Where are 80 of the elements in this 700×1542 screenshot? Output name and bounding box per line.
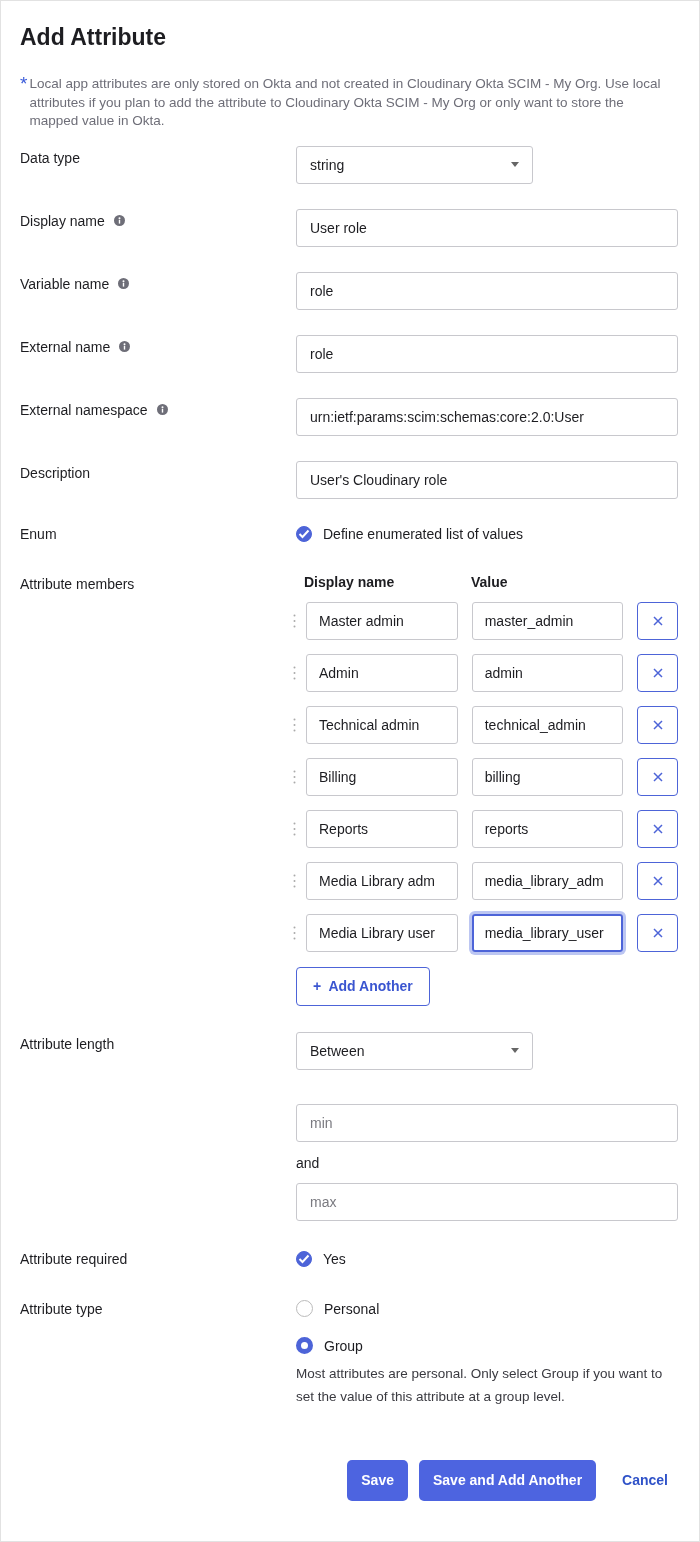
text-input[interactable]: urn:ietf:params:scim:schemas:core:2.0:User bbox=[296, 397, 678, 436]
checkbox-label: Yes bbox=[323, 1250, 346, 1267]
close-icon bbox=[652, 771, 663, 782]
caret-icon bbox=[511, 162, 519, 167]
remove-button[interactable] bbox=[637, 601, 678, 640]
value-input[interactable]: admin bbox=[471, 653, 624, 692]
checkbox-label: Define enumerated list of values bbox=[323, 525, 523, 542]
info-icon[interactable] bbox=[119, 341, 131, 352]
display-name-input[interactable]: Technical admin bbox=[306, 705, 458, 744]
field-label: Data type bbox=[20, 148, 81, 167]
info-icon[interactable] bbox=[156, 404, 168, 415]
primary-button[interactable]: Save and Add Another bbox=[419, 1459, 597, 1501]
add-another-button[interactable]: + Add Another bbox=[296, 966, 430, 1006]
max-input[interactable]: max bbox=[296, 1182, 678, 1221]
radio-button[interactable] bbox=[296, 1300, 313, 1317]
display-name-input[interactable]: Media Library user bbox=[306, 913, 458, 952]
value-input[interactable]: reports bbox=[471, 809, 624, 848]
drag-handle-icon[interactable] bbox=[293, 821, 296, 836]
value-input[interactable]: billing bbox=[471, 757, 624, 796]
drag-handle-icon[interactable] bbox=[293, 925, 296, 940]
drag-handle-icon[interactable] bbox=[293, 665, 296, 680]
drag-handle-icon[interactable] bbox=[293, 873, 296, 888]
caret-icon bbox=[511, 1048, 519, 1053]
min-input[interactable]: min bbox=[296, 1103, 678, 1142]
length-dropdown[interactable]: Between bbox=[296, 1031, 533, 1070]
field-label: Variable name bbox=[20, 274, 110, 293]
close-icon bbox=[652, 875, 663, 886]
radio-button[interactable] bbox=[296, 1337, 313, 1354]
value-input[interactable]: media_library_adm bbox=[471, 861, 624, 900]
info-icon[interactable] bbox=[118, 278, 130, 289]
close-icon bbox=[652, 823, 663, 834]
field-label: Attribute required bbox=[20, 1249, 129, 1268]
field-label: Attribute length bbox=[20, 1034, 116, 1053]
field-label: Display name bbox=[20, 211, 105, 230]
joiner-text: and bbox=[296, 1154, 321, 1171]
field-label: External name bbox=[20, 337, 111, 356]
dialog-title: Add Attribute bbox=[20, 23, 168, 52]
drag-handle-icon[interactable] bbox=[293, 613, 296, 628]
remove-button[interactable] bbox=[637, 653, 678, 692]
drag-handle-icon[interactable] bbox=[293, 717, 296, 732]
display-name-input[interactable]: Reports bbox=[306, 809, 458, 848]
field-label: Attribute type bbox=[20, 1299, 104, 1318]
checkbox[interactable] bbox=[296, 525, 312, 542]
close-icon bbox=[652, 615, 663, 626]
remove-button[interactable] bbox=[637, 757, 678, 796]
text-input[interactable]: User's Cloudinary role bbox=[296, 460, 678, 499]
close-icon bbox=[652, 927, 663, 938]
primary-button[interactable]: Save bbox=[347, 1459, 408, 1501]
column-header: Display name bbox=[304, 572, 396, 592]
info-icon[interactable] bbox=[113, 215, 125, 226]
field-label: External namespace bbox=[20, 400, 148, 419]
checkbox[interactable] bbox=[296, 1250, 312, 1267]
radio-label: Group bbox=[324, 1337, 363, 1354]
close-icon bbox=[652, 719, 663, 730]
help-text: Most attributes are personal. Only select Group if you want to set the value of this attribute at a group level. bbox=[296, 1364, 664, 1406]
text-input[interactable]: role bbox=[296, 271, 678, 310]
cancel-link[interactable]: Cancel bbox=[622, 1472, 668, 1488]
text-input[interactable]: User role bbox=[296, 208, 678, 247]
drag-handle-icon[interactable] bbox=[293, 769, 296, 784]
remove-button[interactable] bbox=[637, 809, 678, 848]
close-icon bbox=[652, 667, 663, 678]
field-label: Enum bbox=[20, 524, 58, 543]
info-note: Local app attributes are only stored on Okta and not created in Cloudinary Okta SCIM - My Org. Use local attributes if you plan to add the attribute to Cloudinary Okta SCIM - My Org or only want to store the mapped value in Okta. bbox=[29, 75, 662, 130]
field-label: Attribute members bbox=[20, 574, 136, 593]
data-type-dropdown[interactable]: string bbox=[296, 145, 533, 184]
field-label: Description bbox=[20, 463, 91, 482]
remove-button[interactable] bbox=[637, 913, 678, 952]
text-input[interactable]: role bbox=[296, 334, 678, 373]
remove-button[interactable] bbox=[637, 861, 678, 900]
column-header: Value bbox=[471, 572, 508, 592]
required-marker: * bbox=[20, 75, 28, 89]
radio-label: Personal bbox=[324, 1300, 380, 1317]
display-name-input[interactable]: Media Library adm bbox=[306, 861, 458, 900]
value-input[interactable]: media_library_user bbox=[471, 913, 624, 952]
display-name-input[interactable]: Billing bbox=[306, 757, 458, 796]
display-name-input[interactable]: Admin bbox=[306, 653, 458, 692]
value-input[interactable]: master_admin bbox=[471, 601, 624, 640]
display-name-input[interactable]: Master admin bbox=[306, 601, 458, 640]
remove-button[interactable] bbox=[637, 705, 678, 744]
value-input[interactable]: technical_admin bbox=[471, 705, 624, 744]
